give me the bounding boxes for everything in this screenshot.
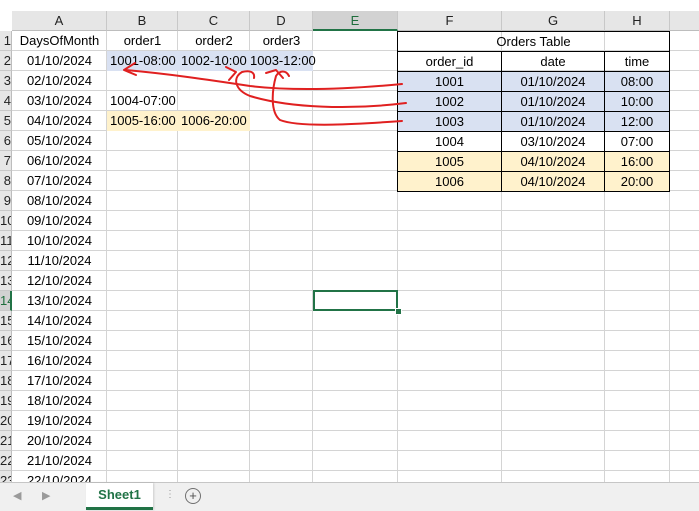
orders-table-date-cell[interactable]: 04/10/2024 [501,151,605,172]
row-header-11[interactable]: 11 [0,231,12,251]
cell-a7[interactable]: 06/10/2024 [12,151,107,171]
orders-table-id-cell[interactable]: 1005 [397,151,502,172]
orders-table-id-cell[interactable]: 1004 [397,131,502,152]
orders-table-header-order-id[interactable]: order_id [397,51,502,72]
cell-b5[interactable]: 1005-16:00 [110,111,176,131]
orders-table-header-time[interactable]: time [604,51,670,72]
scroll-right-icon[interactable]: ▶ [42,489,50,502]
cell-a18[interactable]: 17/10/2024 [12,371,107,391]
cell-c2[interactable]: 1002-10:00 [181,51,247,71]
grid-top-strip [0,0,699,11]
column-header-d[interactable]: D [250,11,313,31]
column-header-i[interactable] [670,11,699,31]
scroll-left-icon[interactable]: ◀ [13,489,21,502]
cell-a12[interactable]: 11/10/2024 [12,251,107,271]
cell-a13[interactable]: 12/10/2024 [12,271,107,291]
row-header-15[interactable]: 15 [0,311,12,331]
cell-a6[interactable]: 05/10/2024 [12,131,107,151]
orders-table-id-cell[interactable]: 1002 [397,91,502,112]
cell-a17[interactable]: 16/10/2024 [12,351,107,371]
cell-a20[interactable]: 19/10/2024 [12,411,107,431]
active-cell-e14[interactable] [313,290,398,311]
row-header-8[interactable]: 8 [0,171,12,191]
row-header-21[interactable]: 21 [0,431,12,451]
cell-c5[interactable]: 1006-20:00 [181,111,247,131]
orders-table-date-cell[interactable]: 01/10/2024 [501,91,605,112]
row-header-14[interactable]: 14 [0,291,12,311]
cell-a23[interactable]: 22/10/2024 [12,471,107,482]
row-header-12[interactable]: 12 [0,251,12,271]
row-header-4[interactable]: 4 [0,91,12,111]
orders-table-time-cell[interactable]: 07:00 [604,131,670,152]
orders-table-time-cell[interactable]: 16:00 [604,151,670,172]
row-header-1[interactable]: 1 [0,31,12,51]
column-header-h[interactable]: H [605,11,670,31]
row-header-23[interactable]: 23 [0,471,12,482]
sheet-tab-bar: ◀ ▶ Sheet1 ⋮ + [0,482,699,511]
cell-b1[interactable]: order1 [107,31,178,51]
column-header-c[interactable]: C [178,11,250,31]
tab-split-dots-icon: ⋮ [165,489,175,500]
arrow-1003 [271,70,403,126]
column-header-b[interactable]: B [107,11,178,31]
cell-a10[interactable]: 09/10/2024 [12,211,107,231]
column-header-e[interactable]: E [313,11,398,31]
cell-a4[interactable]: 03/10/2024 [12,91,107,111]
row-header-16[interactable]: 16 [0,331,12,351]
cell-a2[interactable]: 01/10/2024 [12,51,107,71]
cell-d1[interactable]: order3 [250,31,313,51]
cell-b4[interactable]: 1004-07:00 [110,91,176,111]
cell-a1[interactable]: DaysOfMonth [12,31,107,51]
column-header-g[interactable]: G [502,11,605,31]
cell-a5[interactable]: 04/10/2024 [12,111,107,131]
cell-c1[interactable]: order2 [178,31,250,51]
row-header-22[interactable]: 22 [0,451,12,471]
column-header-a[interactable]: A [12,11,107,31]
orders-table-date-cell[interactable]: 03/10/2024 [501,131,605,152]
orders-table-title[interactable]: Orders Table [397,31,670,52]
cell-a15[interactable]: 14/10/2024 [12,311,107,331]
row-header-5[interactable]: 5 [0,111,12,131]
orders-table-time-cell[interactable]: 10:00 [604,91,670,112]
fill-handle[interactable] [395,308,402,315]
row-header-20[interactable]: 20 [0,411,12,431]
spreadsheet-grid[interactable]: A B C D E F G H 123456789101112131415161… [0,0,699,482]
cell-b2[interactable]: 1001-08:00 [110,51,176,71]
orders-table-time-cell[interactable]: 08:00 [604,71,670,92]
cell-a9[interactable]: 08/10/2024 [12,191,107,211]
cell-a22[interactable]: 21/10/2024 [12,451,107,471]
row-header-7[interactable]: 7 [0,151,12,171]
add-sheet-icon[interactable]: + [185,488,201,504]
arrow-1003-head [265,69,284,79]
orders-table-date-cell[interactable]: 01/10/2024 [501,71,605,92]
orders-table-header-date[interactable]: date [501,51,605,72]
row-header-6[interactable]: 6 [0,131,12,151]
cell-a11[interactable]: 10/10/2024 [12,231,107,251]
orders-table-time-cell[interactable]: 20:00 [604,171,670,192]
cell-a21[interactable]: 20/10/2024 [12,431,107,451]
orders-table-time-cell[interactable]: 12:00 [604,111,670,132]
orders-table-date-cell[interactable]: 04/10/2024 [501,171,605,192]
orders-table-id-cell[interactable]: 1001 [397,71,502,92]
orders-table-id-cell[interactable]: 1003 [397,111,502,132]
arrow-1001 [124,69,403,91]
row-header-10[interactable]: 10 [0,211,12,231]
row-header-2[interactable]: 2 [0,51,12,71]
orders-table-date-cell[interactable]: 01/10/2024 [501,111,605,132]
row-header-13[interactable]: 13 [0,271,12,291]
column-header-f[interactable]: F [398,11,502,31]
row-header-9[interactable]: 9 [0,191,12,211]
row-header-19[interactable]: 19 [0,391,12,411]
row-header-18[interactable]: 18 [0,371,12,391]
cell-a14[interactable]: 13/10/2024 [12,291,107,311]
row-header-3[interactable]: 3 [0,71,12,91]
cell-d2[interactable]: 1003-12:00 [250,51,316,71]
cell-a16[interactable]: 15/10/2024 [12,331,107,351]
row-header-17[interactable]: 17 [0,351,12,371]
orders-table-id-cell[interactable]: 1006 [397,171,502,192]
sheet-tab-sheet1[interactable]: Sheet1 [86,483,153,510]
cell-a19[interactable]: 18/10/2024 [12,391,107,411]
cell-a3[interactable]: 02/10/2024 [12,71,107,91]
cell-a8[interactable]: 07/10/2024 [12,171,107,191]
